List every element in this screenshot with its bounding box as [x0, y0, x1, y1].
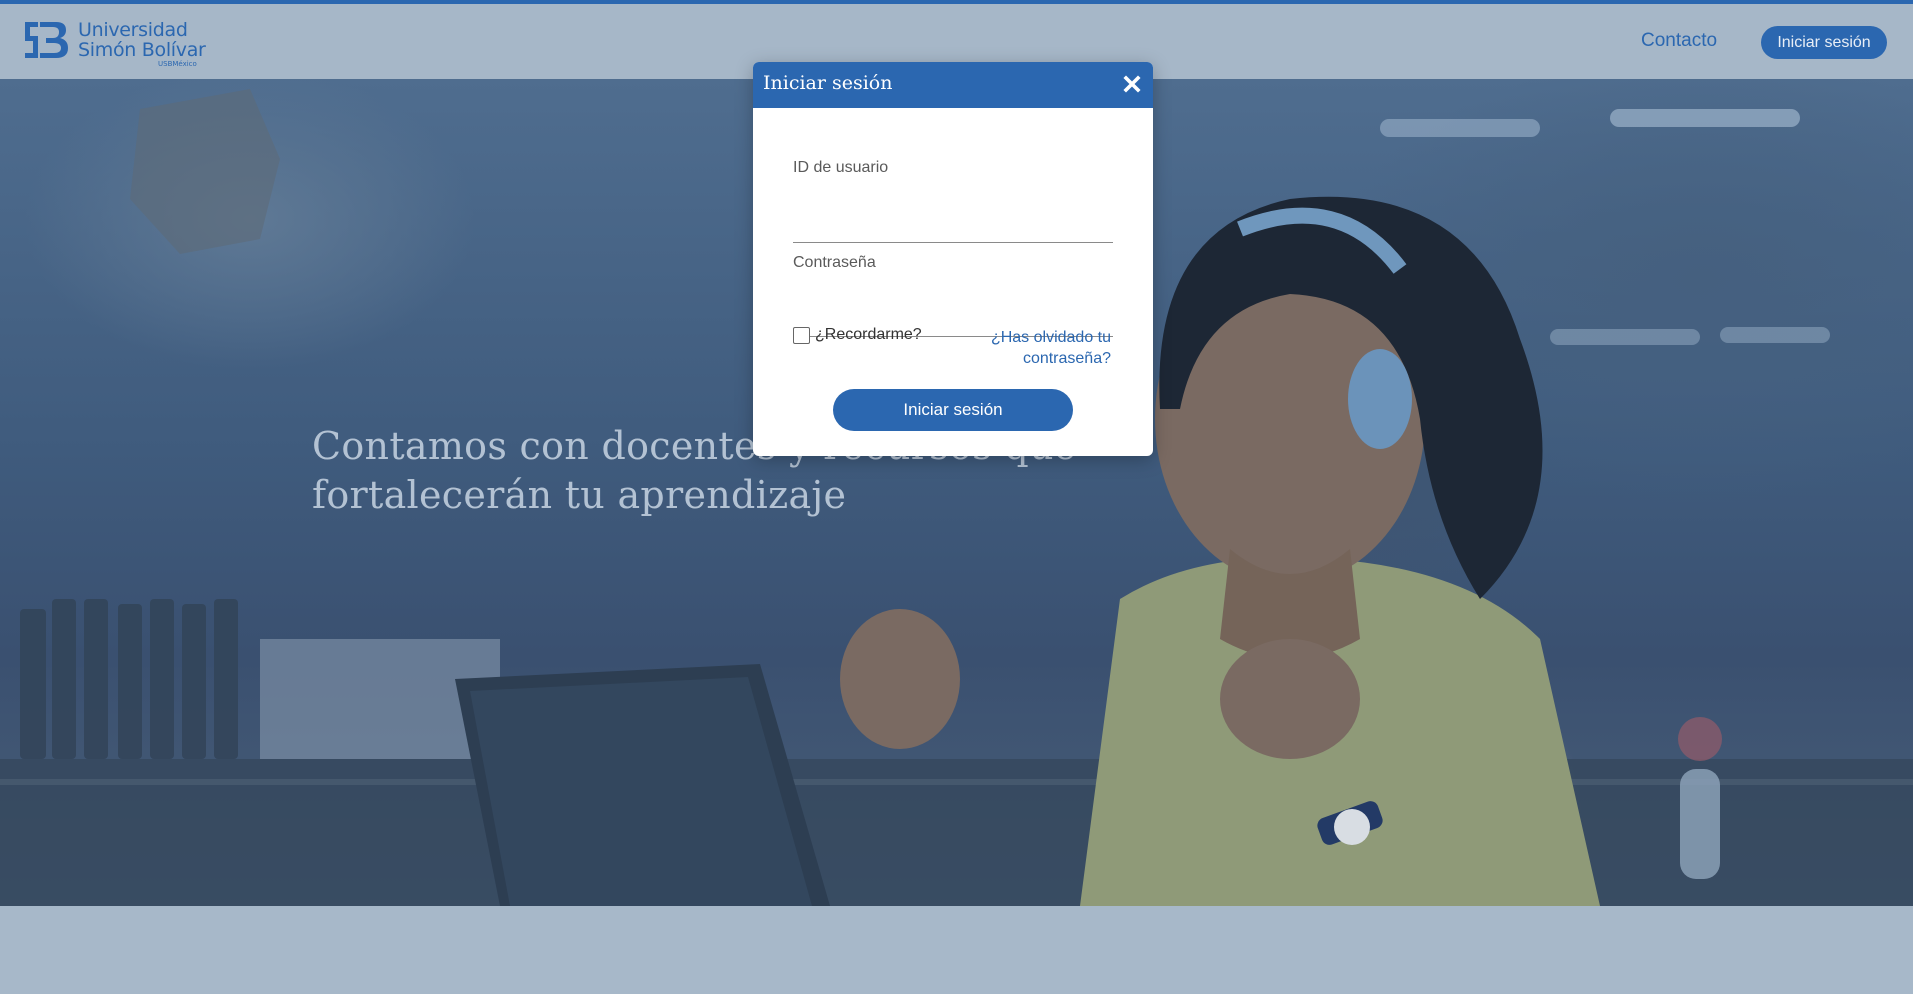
close-icon[interactable]	[1123, 72, 1141, 94]
password-label: Contraseña	[793, 254, 876, 271]
nav-contact-link[interactable]: Contacto	[1641, 30, 1717, 52]
forgot-password-link[interactable]: ¿Has olvidado tu contraseña?	[971, 327, 1111, 369]
remember-label: ¿Recordarme?	[815, 326, 922, 343]
hero-headline-line2: fortalecerán tu aprendizaje	[312, 473, 847, 517]
nav-login-button[interactable]: Iniciar sesión	[1761, 26, 1887, 59]
university-name: Universidad Simón Bolívar	[78, 20, 206, 60]
university-logo[interactable]: Universidad Simón Bolívar USBMéxico	[22, 18, 212, 70]
login-modal-header: Iniciar sesión	[753, 62, 1153, 108]
university-sub-label: USBMéxico	[158, 60, 197, 68]
username-label: ID de usuario	[793, 159, 889, 176]
university-name-line2: Simón Bolívar	[78, 39, 206, 61]
username-input[interactable]	[793, 215, 1113, 243]
login-submit-button[interactable]: Iniciar sesión	[833, 389, 1073, 431]
login-modal: Iniciar sesión ID de usuario Contraseña …	[753, 62, 1153, 456]
login-modal-title: Iniciar sesión	[763, 72, 893, 94]
university-name-line1: Universidad	[78, 19, 188, 41]
usb-logo-icon	[25, 22, 68, 58]
remember-checkbox[interactable]	[793, 326, 810, 344]
remember-me[interactable]: ¿Recordarme?	[793, 326, 922, 344]
